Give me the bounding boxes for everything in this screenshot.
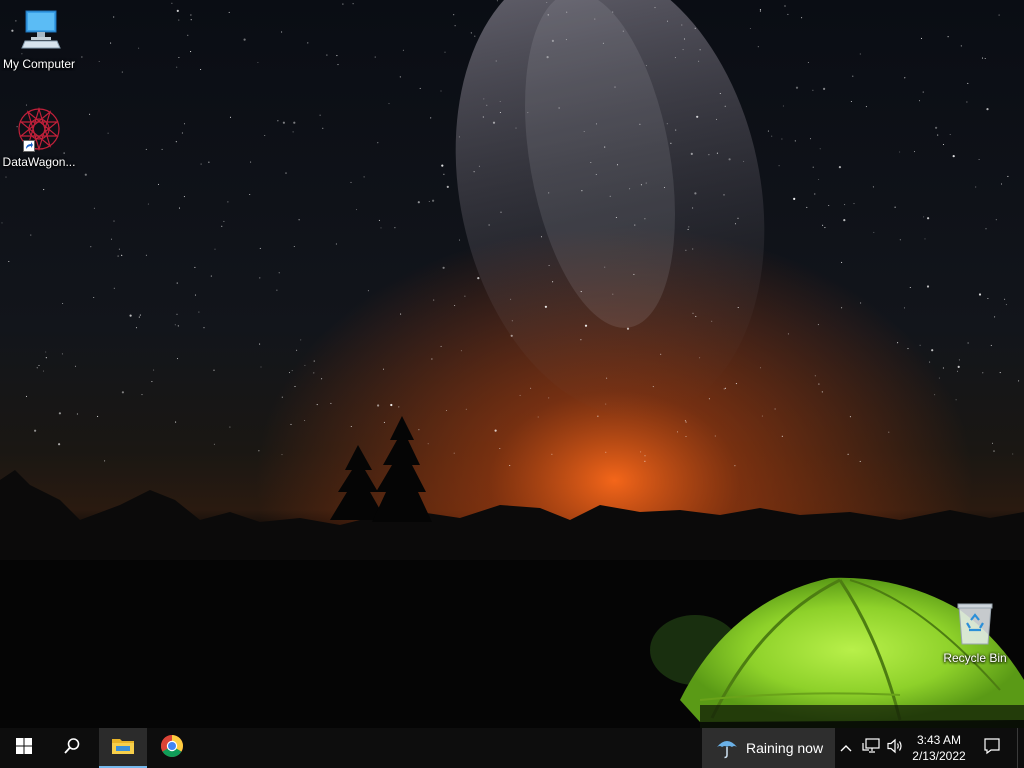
umbrella-icon [716,737,738,759]
computer-icon [15,8,63,54]
windows-logo-icon [16,737,32,759]
taskbar: Raining now 3:43 AM 2/13/2022 [0,728,1024,768]
start-button[interactable] [0,728,48,768]
network-button[interactable] [859,728,883,768]
desktop-icon-datawagon[interactable]: DataWagon... [0,106,78,169]
datawagon-app-icon [15,106,63,152]
taskbar-chrome[interactable] [148,728,196,768]
weather-text: Raining now [746,740,824,756]
desktop-icon-label: DataWagon... [2,155,76,169]
search-icon [63,737,81,760]
desktop-icon-label: Recycle Bin [943,651,1007,665]
weather-widget[interactable]: Raining now [702,728,835,768]
chevron-up-icon [840,739,852,757]
clock-date: 2/13/2022 [912,749,966,763]
file-explorer-icon [111,736,135,761]
taskbar-file-explorer[interactable] [99,728,147,768]
recycle-bin-icon [951,602,999,648]
shortcut-arrow-icon [23,140,35,152]
action-center-icon [983,737,1001,760]
desktop-wallpaper [0,0,1024,728]
action-center-button[interactable] [978,728,1006,768]
volume-button[interactable] [884,728,906,768]
show-desktop-button[interactable] [1017,728,1024,768]
system-clock[interactable]: 3:43 AM 2/13/2022 [906,728,972,768]
desktop-icon-my-computer[interactable]: My Computer [0,8,78,71]
volume-icon [886,738,904,759]
desktop-icon-recycle-bin[interactable]: Recycle Bin [936,602,1014,665]
desktop-icon-label: My Computer [2,57,76,71]
clock-time: 3:43 AM [916,733,962,747]
search-button[interactable] [48,728,96,768]
network-icon [862,737,880,759]
show-hidden-icons-button[interactable] [837,728,855,768]
chrome-icon [160,734,184,763]
